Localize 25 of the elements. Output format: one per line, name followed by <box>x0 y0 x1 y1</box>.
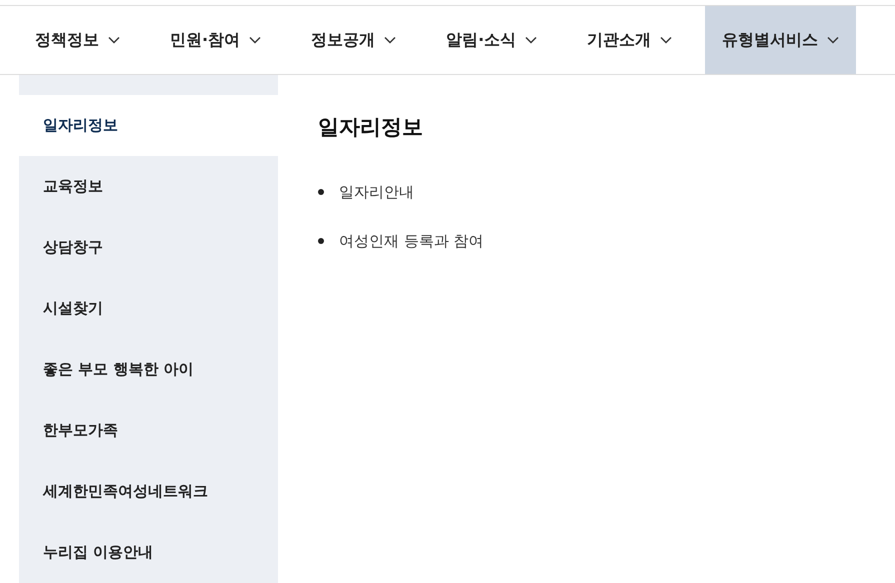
sidebar-item[interactable]: 한부모가족 <box>19 400 278 461</box>
sidebar-item[interactable]: 상담창구 <box>19 217 278 278</box>
bullet-icon <box>318 238 324 244</box>
sidebar-item[interactable]: 일자리정보 <box>19 95 278 156</box>
nav-menu-item[interactable]: 기관소개 <box>570 6 690 74</box>
sidebar-item[interactable]: 세계한민족여성네트워크 <box>19 461 278 522</box>
nav-menu-item[interactable]: 민원·참여 <box>153 6 278 74</box>
bullet-icon <box>318 189 324 195</box>
sidebar-item[interactable]: 교육정보 <box>19 156 278 217</box>
chevron-down-icon <box>827 36 840 44</box>
page-title: 일자리정보 <box>318 114 424 141</box>
nav-menu-item[interactable]: 정보공개 <box>294 6 414 74</box>
chevron-down-icon <box>384 36 396 44</box>
chevron-down-icon <box>525 36 538 44</box>
sidebar-item[interactable]: 누리집 이용안내 <box>19 522 278 583</box>
content-link[interactable]: 일자리안내 <box>339 181 414 203</box>
nav-menu-item[interactable]: 알림·소식 <box>429 6 554 74</box>
chevron-down-icon <box>660 36 672 44</box>
sidebar-item[interactable]: 좋은 부모 행복한 아이 <box>19 339 278 400</box>
sidebar-item[interactable]: 시설찾기 <box>19 278 278 339</box>
chevron-down-icon <box>108 36 120 44</box>
content-link[interactable]: 여성인재 등록과 참여 <box>339 230 484 252</box>
nav-menu-item[interactable]: 유형별서비스 <box>705 6 856 74</box>
nav-menu-item[interactable]: 정책정보 <box>18 6 137 74</box>
chevron-down-icon <box>249 36 262 44</box>
